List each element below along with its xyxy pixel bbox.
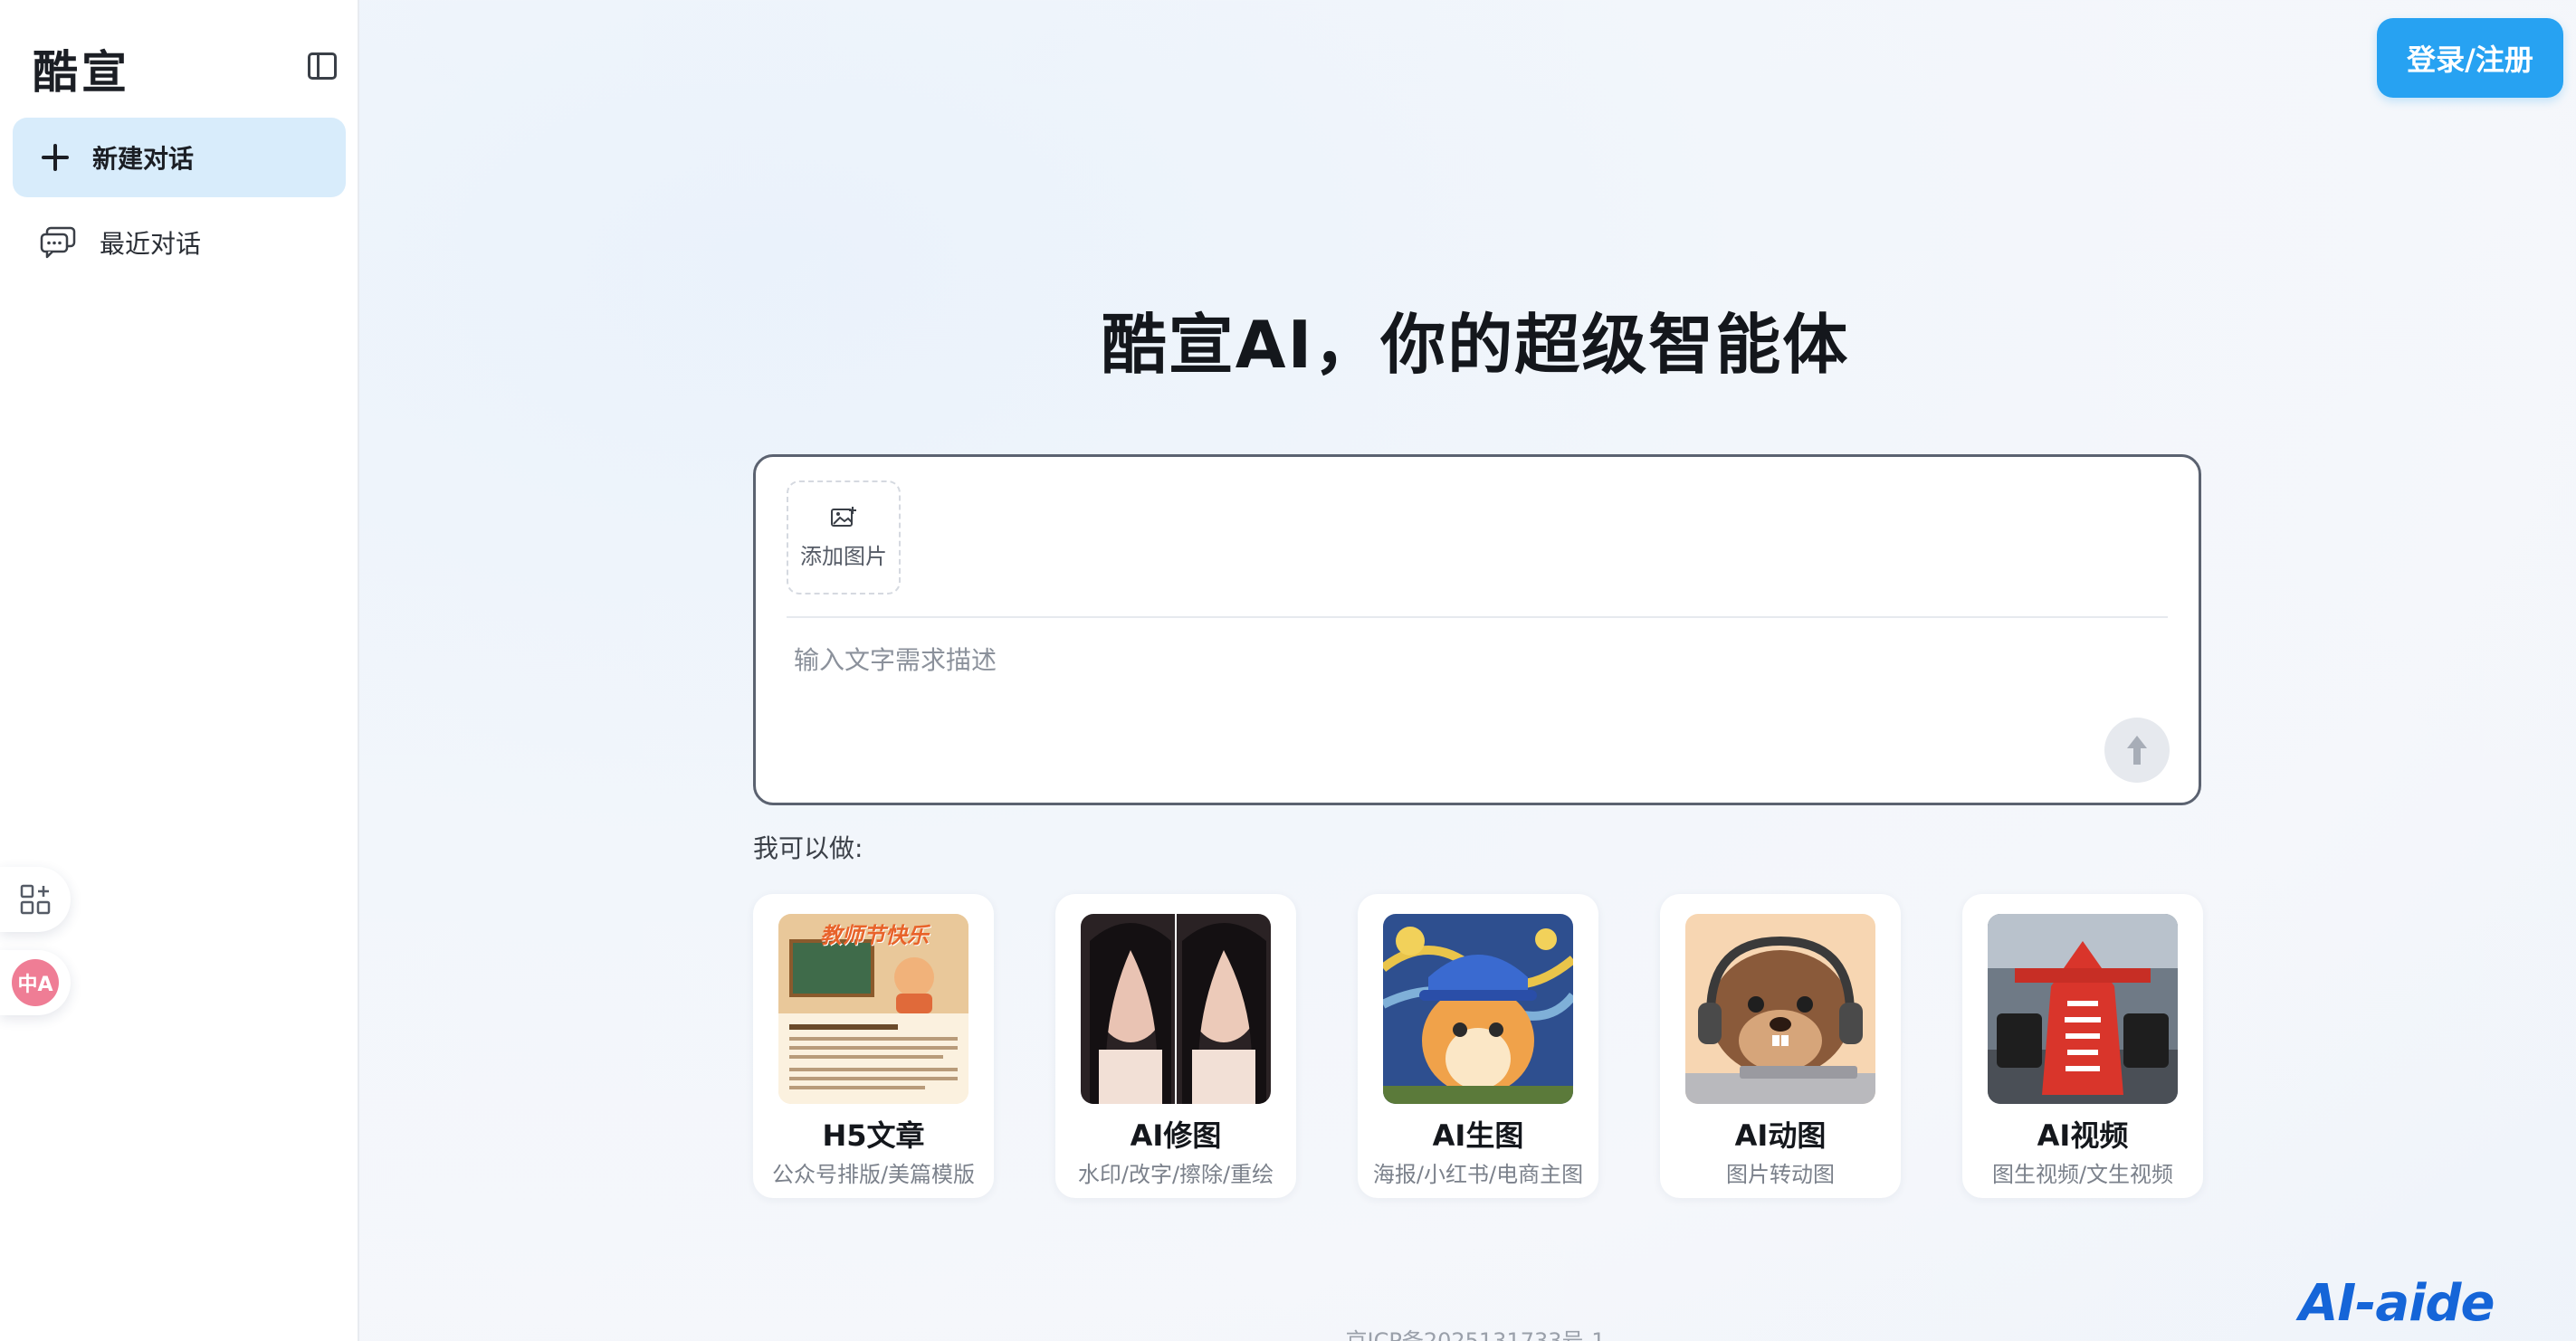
page-title: 酷宣AI，你的超级智能体: [1101, 307, 1850, 383]
ai-video-thumbnail: [1988, 914, 2178, 1104]
plus-icon: [42, 144, 69, 171]
add-image-button[interactable]: 添加图片: [787, 480, 901, 594]
feature-title: AI动图: [1734, 1118, 1827, 1153]
recent-chats-label: 最近对话: [100, 229, 202, 259]
brand-logo[interactable]: 酷宣: [33, 36, 130, 101]
feature-subtitle: 公众号排版/美篇模版: [771, 1162, 976, 1187]
chat-bubbles-icon: [40, 226, 76, 259]
login-register-button[interactable]: 登录/注册: [2377, 18, 2563, 98]
send-button[interactable]: [2104, 718, 2170, 783]
apps-tool-button[interactable]: [0, 867, 71, 932]
feature-card-ai-video[interactable]: AI视频 图生视频/文生视频: [1962, 894, 2203, 1198]
apps-add-icon: [20, 884, 51, 915]
feature-subtitle: 海报/小红书/电商主图: [1372, 1162, 1584, 1187]
add-image-label: 添加图片: [800, 543, 887, 569]
h5-article-thumbnail: 教师节快乐: [778, 914, 968, 1104]
translate-tool-button[interactable]: 中A: [0, 950, 71, 1015]
prompt-input[interactable]: [792, 636, 1972, 683]
composer-divider: [787, 616, 2168, 618]
feature-title: AI修图: [1130, 1118, 1222, 1153]
feature-title: AI生图: [1432, 1118, 1524, 1153]
h5-thumb-text: 教师节快乐: [820, 923, 929, 948]
sidebar-collapse-icon[interactable]: [308, 52, 337, 80]
new-chat-label: 新建对话: [92, 144, 195, 174]
sidebar: 酷宣 新建对话 最近对话: [0, 0, 359, 1341]
ai-retouch-thumbnail: [1081, 914, 1271, 1104]
translate-icon: 中A: [12, 959, 59, 1006]
feature-card-h5-article[interactable]: 教师节快乐 H5文章 公众号排版/美篇模版: [753, 894, 994, 1198]
recent-chats-item[interactable]: 最近对话: [13, 210, 346, 275]
feature-card-ai-image[interactable]: AI生图 海报/小红书/电商主图: [1358, 894, 1598, 1198]
image-add-icon: [831, 506, 856, 527]
prompt-composer: 添加图片: [753, 454, 2201, 805]
feature-subtitle: 图片转动图: [1726, 1162, 1835, 1187]
new-chat-button[interactable]: 新建对话: [13, 118, 346, 197]
ai-aide-logo[interactable]: AI-aide: [2299, 1274, 2495, 1333]
feature-card-ai-animation[interactable]: AI动图 图片转动图: [1660, 894, 1901, 1198]
feature-title: H5文章: [822, 1118, 925, 1153]
capabilities-heading: 我可以做:: [753, 833, 863, 863]
icp-record-link[interactable]: 京ICP备2025131733号-1: [1249, 1323, 1702, 1341]
feature-subtitle: 图生视频/文生视频: [1991, 1162, 2174, 1187]
arrow-up-icon: [2127, 736, 2147, 765]
feature-subtitle: 水印/改字/擦除/重绘: [1077, 1162, 1274, 1187]
feature-title: AI视频: [2037, 1118, 2129, 1153]
ai-animation-thumbnail: [1685, 914, 1875, 1104]
ai-image-thumbnail: [1383, 914, 1573, 1104]
capabilities-list: 教师节快乐 H5文章 公众号排版/美篇模版 AI修图 水印/改字/擦除/重绘 A…: [753, 894, 2203, 1198]
feature-card-ai-retouch[interactable]: AI修图 水印/改字/擦除/重绘: [1055, 894, 1296, 1198]
